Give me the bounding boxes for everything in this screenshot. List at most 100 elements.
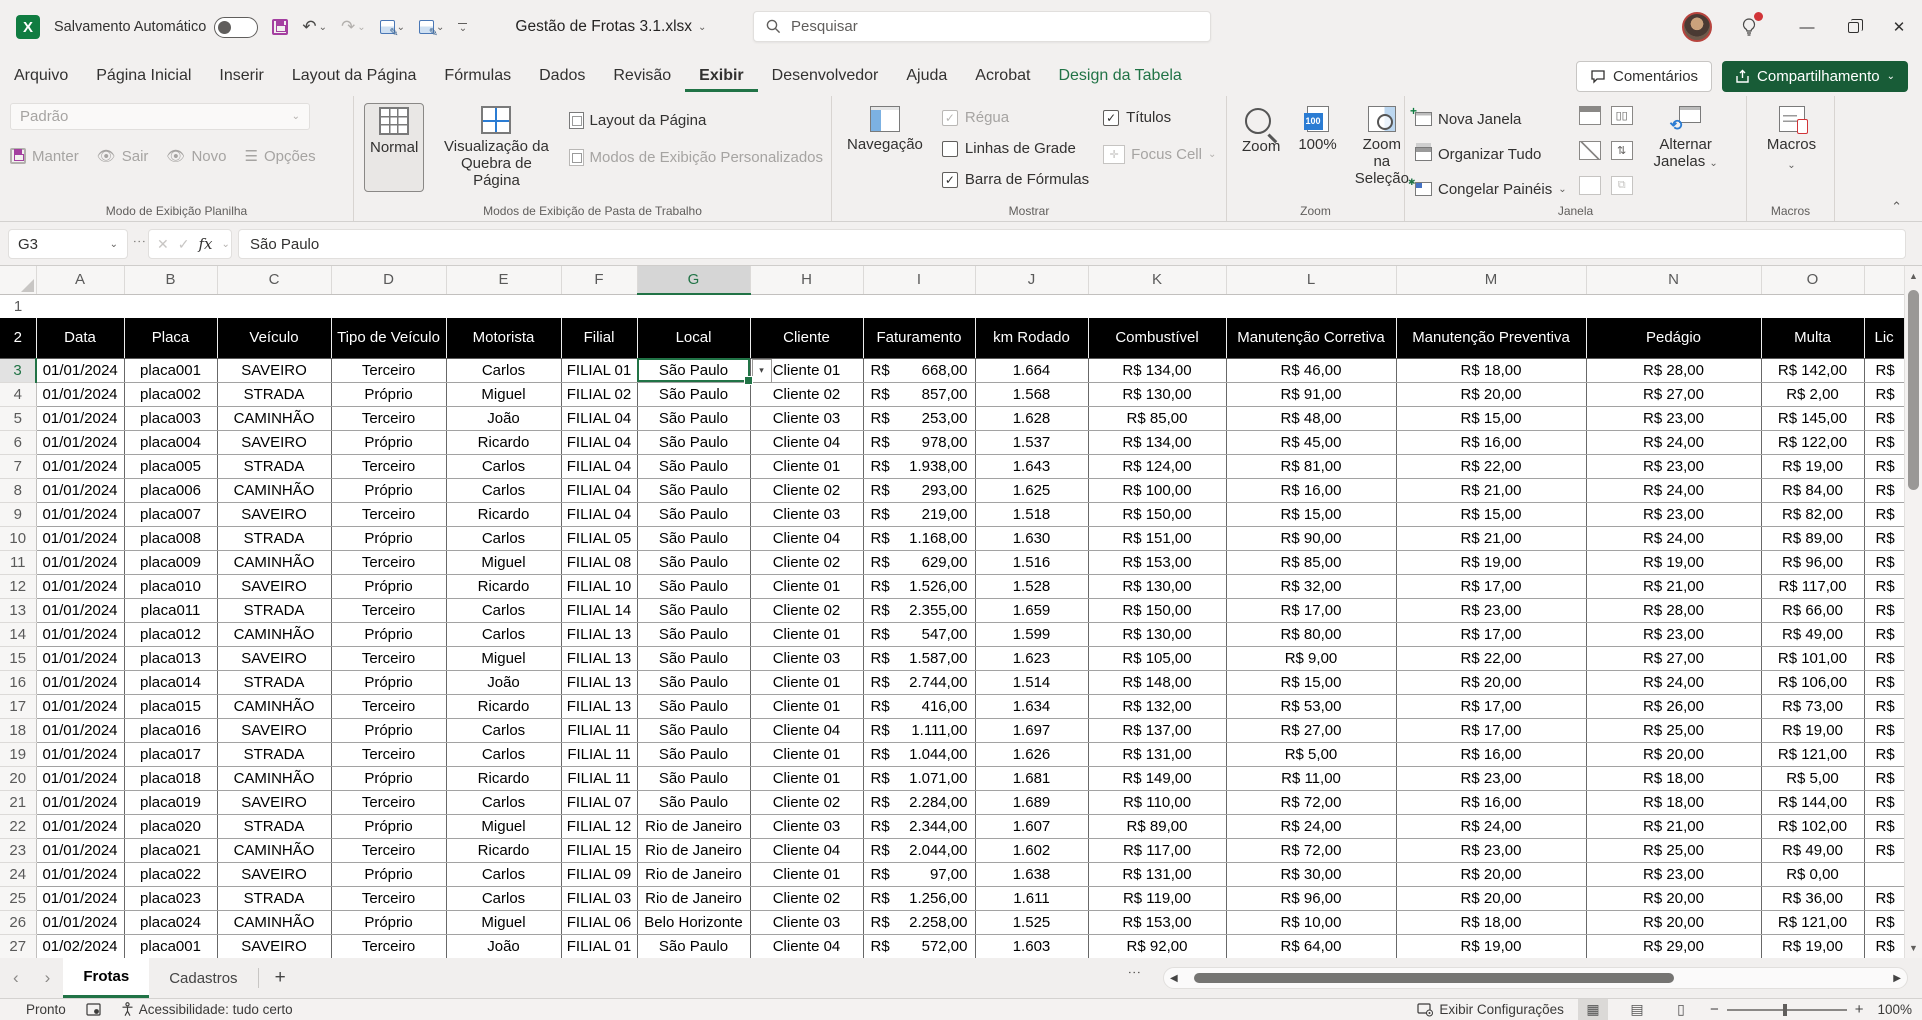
focus-cell-button[interactable]: ✛Focus Cell⌄ (1103, 140, 1216, 168)
table-header-K[interactable]: Combustível (1088, 318, 1226, 358)
cell-H20[interactable]: Cliente 01 (750, 766, 863, 790)
cell-P15[interactable]: R$ (1864, 646, 1904, 670)
cell-G24[interactable]: Rio de Janeiro (637, 862, 750, 886)
cell-K22[interactable]: R$ 89,00 (1088, 814, 1226, 838)
cell-M16[interactable]: R$ 20,00 (1396, 670, 1586, 694)
sheet-tab-frotas[interactable]: Frotas (63, 958, 149, 998)
cell-P5[interactable]: R$ (1864, 406, 1904, 430)
cell-P26[interactable]: R$ (1864, 910, 1904, 934)
cell-J12[interactable]: 1.528 (975, 574, 1088, 598)
cell-G9[interactable]: São Paulo (637, 502, 750, 526)
cell-E8[interactable]: Carlos (446, 478, 561, 502)
table-tool2-icon[interactable]: ⌄ (419, 20, 444, 34)
cell-J21[interactable]: 1.689 (975, 790, 1088, 814)
cell-N1[interactable] (1586, 294, 1761, 318)
cell-O22[interactable]: R$ 102,00 (1761, 814, 1864, 838)
cell-M3[interactable]: R$ 18,00 (1396, 358, 1586, 382)
table-header-B[interactable]: Placa (124, 318, 217, 358)
cell-E18[interactable]: Carlos (446, 718, 561, 742)
cell-M8[interactable]: R$ 21,00 (1396, 478, 1586, 502)
cell-P11[interactable]: R$ (1864, 550, 1904, 574)
cell-E15[interactable]: Miguel (446, 646, 561, 670)
cell-P16[interactable]: R$ (1864, 670, 1904, 694)
cell-H18[interactable]: Cliente 04 (750, 718, 863, 742)
row-header-21[interactable]: 21 (0, 790, 36, 814)
cell-I7[interactable]: R$1.938,00 (863, 454, 975, 478)
cell-J6[interactable]: 1.537 (975, 430, 1088, 454)
sheet-next-icon[interactable]: › (32, 968, 64, 988)
cell-F7[interactable]: FILIAL 04 (561, 454, 637, 478)
cell-I25[interactable]: R$1.256,00 (863, 886, 975, 910)
cell-D1[interactable] (331, 294, 446, 318)
table-header-O[interactable]: Multa (1761, 318, 1864, 358)
cell-A5[interactable]: 01/01/2024 (36, 406, 124, 430)
cell-G25[interactable]: Rio de Janeiro (637, 886, 750, 910)
custom-views-button[interactable]: Modos de Exibição Personalizados (569, 143, 823, 171)
cell-J13[interactable]: 1.659 (975, 598, 1088, 622)
cell-B8[interactable]: placa006 (124, 478, 217, 502)
cell-D14[interactable]: Próprio (331, 622, 446, 646)
cell-B14[interactable]: placa012 (124, 622, 217, 646)
vertical-scroll-thumb[interactable] (1908, 290, 1919, 490)
cell-J14[interactable]: 1.599 (975, 622, 1088, 646)
cell-O8[interactable]: R$ 84,00 (1761, 478, 1864, 502)
cell-A15[interactable]: 01/01/2024 (36, 646, 124, 670)
cell-M23[interactable]: R$ 23,00 (1396, 838, 1586, 862)
cell-A9[interactable]: 01/01/2024 (36, 502, 124, 526)
cell-L11[interactable]: R$ 85,00 (1226, 550, 1396, 574)
cell-N18[interactable]: R$ 25,00 (1586, 718, 1761, 742)
column-header-J[interactable]: J (975, 266, 1088, 294)
cell-I15[interactable]: R$1.587,00 (863, 646, 975, 670)
cell-A27[interactable]: 01/02/2024 (36, 934, 124, 958)
cell-L12[interactable]: R$ 32,00 (1226, 574, 1396, 598)
cell-L21[interactable]: R$ 72,00 (1226, 790, 1396, 814)
row-header-14[interactable]: 14 (0, 622, 36, 646)
cell-K26[interactable]: R$ 153,00 (1088, 910, 1226, 934)
cell-F14[interactable]: FILIAL 13 (561, 622, 637, 646)
cell-P27[interactable]: R$ (1864, 934, 1904, 958)
tab-ajuda[interactable]: Ajuda (892, 58, 961, 92)
cell-N14[interactable]: R$ 23,00 (1586, 622, 1761, 646)
row-header-1[interactable]: 1 (0, 294, 36, 318)
cell-C18[interactable]: SAVEIRO (217, 718, 331, 742)
column-header-K[interactable]: K (1088, 266, 1226, 294)
cell-C1[interactable] (217, 294, 331, 318)
cell-H19[interactable]: Cliente 01 (750, 742, 863, 766)
cell-F12[interactable]: FILIAL 10 (561, 574, 637, 598)
new-window-button[interactable]: Nova Janela (1415, 105, 1567, 133)
cell-D11[interactable]: Terceiro (331, 550, 446, 574)
cell-E22[interactable]: Miguel (446, 814, 561, 838)
normal-view-button[interactable]: Normal (364, 103, 424, 192)
cell-H1[interactable] (750, 294, 863, 318)
column-header-M[interactable]: M (1396, 266, 1586, 294)
cell-O19[interactable]: R$ 121,00 (1761, 742, 1864, 766)
cell-L1[interactable] (1226, 294, 1396, 318)
cell-K14[interactable]: R$ 130,00 (1088, 622, 1226, 646)
cell-J10[interactable]: 1.630 (975, 526, 1088, 550)
cell-K20[interactable]: R$ 149,00 (1088, 766, 1226, 790)
cell-C12[interactable]: SAVEIRO (217, 574, 331, 598)
cell-O13[interactable]: R$ 66,00 (1761, 598, 1864, 622)
cell-G8[interactable]: São Paulo (637, 478, 750, 502)
cell-L26[interactable]: R$ 10,00 (1226, 910, 1396, 934)
cell-G13[interactable]: São Paulo (637, 598, 750, 622)
customize-qat-icon[interactable]: ⌄ (458, 23, 467, 32)
cell-C6[interactable]: SAVEIRO (217, 430, 331, 454)
cell-E20[interactable]: Ricardo (446, 766, 561, 790)
cell-A8[interactable]: 01/01/2024 (36, 478, 124, 502)
cell-E25[interactable]: Carlos (446, 886, 561, 910)
cell-O12[interactable]: R$ 117,00 (1761, 574, 1864, 598)
page-layout-shortcut[interactable]: ▤ (1622, 999, 1652, 1020)
selected-cell-G3[interactable]: São Paulo▾ (637, 358, 750, 382)
column-header-C[interactable]: C (217, 266, 331, 294)
scroll-down-icon[interactable]: ▼ (1905, 938, 1922, 958)
cell-K18[interactable]: R$ 137,00 (1088, 718, 1226, 742)
cell-P20[interactable]: R$ (1864, 766, 1904, 790)
cell-G22[interactable]: Rio de Janeiro (637, 814, 750, 838)
cell-C15[interactable]: SAVEIRO (217, 646, 331, 670)
cell-P7[interactable]: R$ (1864, 454, 1904, 478)
cell-M13[interactable]: R$ 23,00 (1396, 598, 1586, 622)
select-all-corner[interactable] (0, 266, 36, 294)
cell-C26[interactable]: CAMINHÃO (217, 910, 331, 934)
cell-O26[interactable]: R$ 121,00 (1761, 910, 1864, 934)
